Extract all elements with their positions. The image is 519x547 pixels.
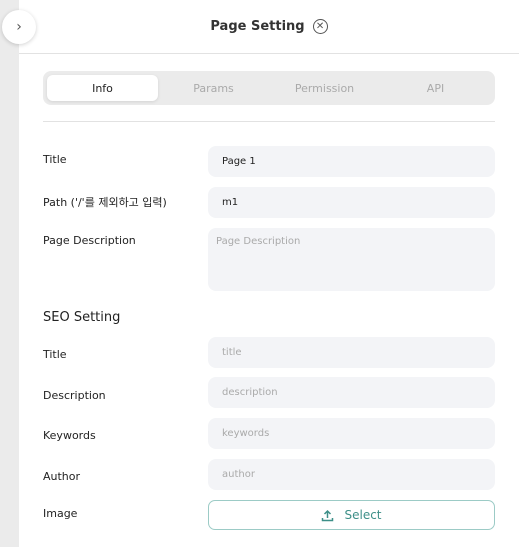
select-button-label: Select [344, 508, 382, 522]
title-input[interactable] [208, 146, 495, 177]
seo-keywords-label: Keywords [43, 429, 96, 442]
tab-bar: Info Params Permission API [43, 71, 495, 105]
page-description-label: Page Description [43, 234, 136, 247]
seo-keywords-input[interactable] [208, 418, 495, 449]
seo-image-label: Image [43, 507, 78, 520]
tab-permission[interactable]: Permission [269, 75, 380, 101]
seo-author-input[interactable] [208, 459, 495, 490]
path-label: Path ('/'를 제외하고 입력) [43, 196, 167, 209]
page-description-input[interactable] [208, 228, 495, 291]
tab-params[interactable]: Params [158, 75, 269, 101]
page-title: Page Setting [210, 19, 305, 34]
path-input[interactable] [208, 187, 495, 218]
seo-author-label: Author [43, 470, 81, 483]
panel-header: Page Setting ✕ [19, 0, 519, 54]
title-label: Title [43, 153, 67, 166]
seo-description-label: Description [43, 389, 106, 402]
image-select-button[interactable]: Select [208, 500, 495, 530]
divider [43, 121, 495, 122]
seo-title-input[interactable] [208, 337, 495, 368]
seo-title-label: Title [43, 348, 67, 361]
left-panel-edge [0, 0, 19, 547]
tab-info[interactable]: Info [47, 75, 158, 101]
seo-description-input[interactable] [208, 377, 495, 408]
upload-icon [322, 509, 334, 521]
seo-setting-heading: SEO Setting [43, 310, 121, 325]
tab-api[interactable]: API [380, 75, 491, 101]
close-circle-icon[interactable]: ✕ [312, 19, 328, 34]
